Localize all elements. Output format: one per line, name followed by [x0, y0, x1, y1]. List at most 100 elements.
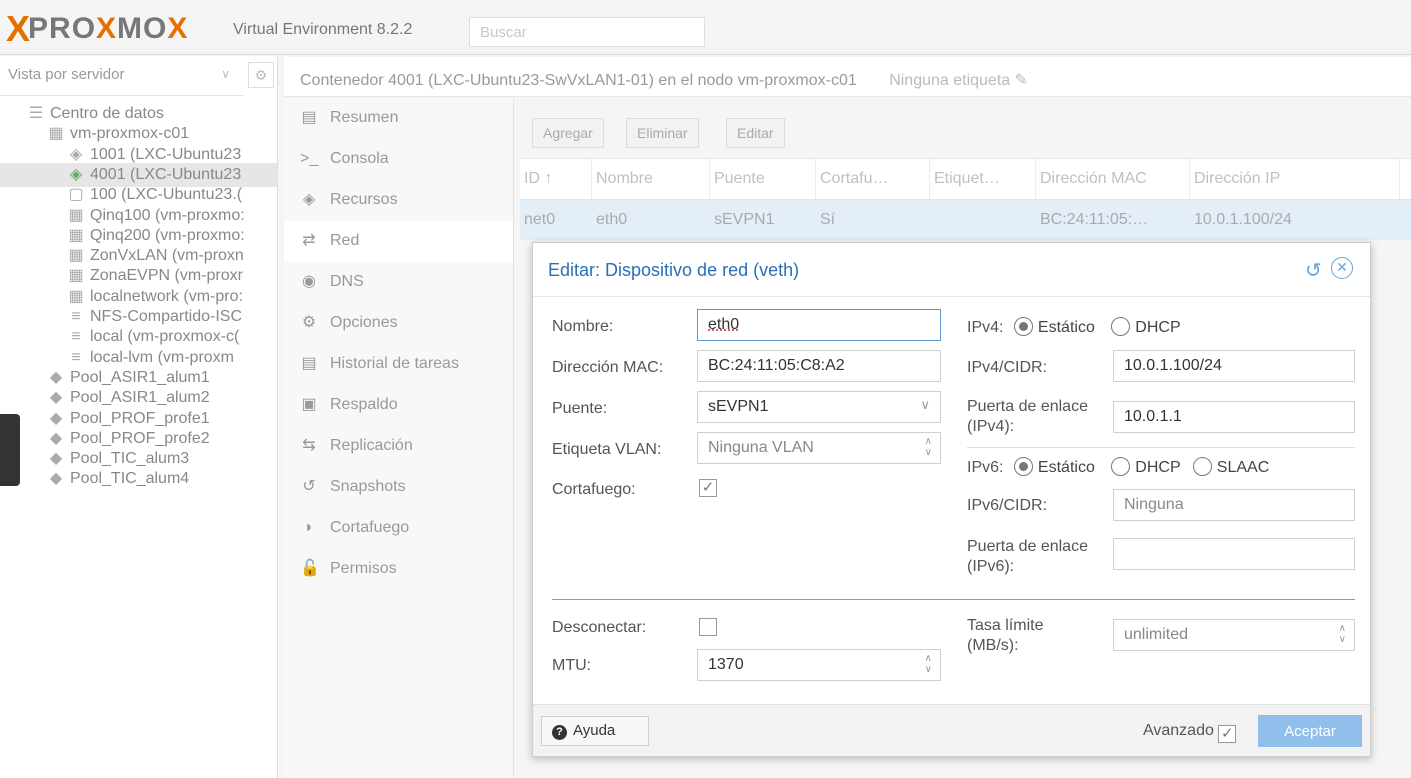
tree-item-label: 4001 (LXC-Ubuntu23	[90, 165, 242, 183]
tree-item-label: ZonVxLAN (vm-proxn	[90, 247, 244, 265]
nav-item-resumen[interactable]: ▤ Resumen	[284, 98, 513, 139]
nav-item-consola[interactable]: >_ Consola	[284, 139, 513, 180]
reset-icon[interactable]: ↺	[1305, 258, 1322, 283]
ipv4-static-radio[interactable]: Estático	[1013, 317, 1095, 336]
firewall-icon: ◗	[304, 519, 314, 536]
edit-network-dialog: Editar: Dispositivo de red (veth) ↺ ✕ No…	[532, 242, 1371, 757]
dialog-header: Editar: Dispositivo de red (veth) ↺ ✕	[533, 243, 1370, 297]
view-selector-value: Vista por servidor	[8, 66, 125, 83]
edit-button[interactable]: Editar	[726, 118, 785, 148]
gear-icon[interactable]: ⚙	[248, 62, 274, 88]
column-header[interactable]: Cortafu…	[816, 159, 930, 199]
logo-x3: X	[167, 12, 189, 45]
gateway6-field[interactable]	[1113, 538, 1355, 570]
column-header[interactable]: Etiquet…	[930, 159, 1036, 199]
collapse-handle[interactable]	[0, 414, 20, 486]
radio-checked-icon	[1013, 317, 1033, 336]
nav-item-respaldo[interactable]: ▣ Respaldo	[284, 385, 513, 426]
chevron-down-icon: ∨	[920, 397, 930, 412]
task-history-icon: ▤	[301, 355, 317, 372]
ipv6-slaac-radio[interactable]: SLAAC	[1192, 457, 1269, 476]
nav-item-snapshots[interactable]: ↺ Snapshots	[284, 467, 513, 508]
name-value: eth0	[708, 316, 740, 333]
disconnect-checkbox[interactable]	[699, 618, 717, 636]
bridge-select[interactable]: sEVPN1 ∨	[697, 391, 941, 423]
nav-item-recursos[interactable]: ◈ Recursos	[284, 180, 513, 221]
ipv4cidr-field[interactable]: 10.0.1.100/24	[1113, 350, 1355, 382]
table-cell	[930, 200, 1036, 240]
column-header[interactable]: Dirección MAC	[1036, 159, 1190, 199]
rate-limit-label: Tasa límite (MB/s):	[967, 616, 1043, 656]
tree-item-label: vm-proxmox-c01	[70, 125, 190, 143]
gateway4-field[interactable]: 10.0.1.1	[1113, 401, 1355, 433]
resource-tree: Vista por servidor ∨ ⚙ ☰ Centro de datos ▦…	[0, 56, 278, 778]
pool-icon: ◆	[49, 470, 63, 488]
nav-item-replicaci-n[interactable]: ⇆ Replicación	[284, 426, 513, 467]
help-button[interactable]: ? Ayuda	[541, 716, 649, 746]
ipv4-label: IPv4:	[967, 319, 1004, 336]
radio-icon	[1111, 317, 1131, 336]
column-header[interactable]: Dirección IP	[1190, 159, 1400, 199]
spinner-icon[interactable]: ∧ ∨	[925, 653, 932, 675]
firewall-checkbox[interactable]: ✓	[699, 479, 717, 497]
mtu-field[interactable]: 1370 ∧ ∨	[697, 649, 941, 681]
advanced-checkbox[interactable]: ✓	[1218, 725, 1237, 743]
ipv4-dhcp-radio[interactable]: DHCP	[1111, 317, 1181, 336]
name-field[interactable]: eth0	[697, 309, 941, 341]
nav-item-red[interactable]: ⇄ Red	[284, 221, 513, 262]
ipv4-dhcp-label: DHCP	[1135, 319, 1181, 336]
ipv6cidr-label: IPv6/CIDR:	[967, 497, 1048, 514]
tag-editor[interactable]: Ninguna etiqueta ✎	[889, 72, 1028, 89]
ipv6-dhcp-radio[interactable]: DHCP	[1111, 457, 1181, 476]
column-header[interactable]: Puente	[710, 159, 816, 199]
nav-item-label: Red	[330, 232, 360, 249]
search-input[interactable]: Buscar	[469, 17, 705, 47]
column-header[interactable]: Nombre	[592, 159, 710, 199]
nav-item-cortafuego[interactable]: ◗ Cortafuego	[284, 508, 513, 549]
spinner-icon[interactable]: ∧ ∨	[925, 436, 932, 458]
add-button[interactable]: Agregar	[532, 118, 604, 148]
tree-item-label: Pool_ASIR1_alum1	[70, 368, 210, 386]
ipv6-static-radio[interactable]: Estático	[1013, 457, 1095, 476]
tree-item[interactable]: ◆ Pool_TIC_alum4	[0, 467, 277, 491]
advanced-toggle[interactable]: Avanzado ✓	[1143, 722, 1237, 743]
tree-item-label: Qinq200 (vm-proxmo:	[90, 226, 245, 244]
nav-item-dns[interactable]: ◉ DNS	[284, 262, 513, 303]
table-row[interactable]: net0 eth0 sEVPN1 Sí BC:24:11:05:… 10.0.1.100/…	[520, 200, 1411, 240]
config-nav: ▤ Resumen >_ Consola ◈ Recursos ⇄ Red ◉ DNS ⚙ Opcio…	[284, 98, 514, 778]
gateway6-label-line1: Puerta de enlace	[967, 538, 1088, 555]
close-icon[interactable]: ✕	[1331, 257, 1353, 279]
remove-button[interactable]: Eliminar	[626, 118, 699, 148]
pencil-icon[interactable]: ✎	[1015, 72, 1028, 89]
gateway4-label-line2: (IPv4):	[967, 418, 1015, 435]
table-cell: Sí	[820, 211, 836, 228]
gateway6-label-line2: (IPv6):	[967, 558, 1015, 575]
mac-field[interactable]: BC:24:11:05:C8:A2	[697, 350, 941, 382]
ipv6cidr-field[interactable]: Ninguna	[1113, 489, 1355, 521]
content-title-bar: Contenedor 4001 (LXC-Ubuntu23-SwVxLAN1-0…	[284, 57, 1411, 97]
firewall-label: Cortafuego:	[552, 481, 636, 498]
nav-item-opciones[interactable]: ⚙ Opciones	[284, 303, 513, 344]
ipv6-dhcp-label: DHCP	[1135, 459, 1181, 476]
vlan-field[interactable]: Ninguna VLAN ∧ ∨	[697, 432, 941, 464]
ok-button[interactable]: Aceptar	[1258, 715, 1362, 747]
tree-item-label: Pool_ASIR1_alum2	[70, 389, 210, 407]
nav-item-label: Replicación	[330, 437, 413, 454]
rate-limit-field[interactable]: unlimited ∧ ∨	[1113, 619, 1355, 651]
backup-icon: ▣	[301, 396, 317, 413]
view-selector[interactable]: Vista por servidor ∨	[0, 56, 244, 96]
tree-item-label: ZonaEVPN (vm-proxr	[90, 267, 243, 285]
help-label: Ayuda	[573, 722, 616, 739]
spinner-icon[interactable]: ∧ ∨	[1339, 623, 1346, 645]
tree-item-label: local (vm-proxmox-c(	[90, 328, 240, 346]
nav-item-permisos[interactable]: 🔓 Permisos	[284, 549, 513, 590]
table-cell: BC:24:11:05:…	[1040, 211, 1149, 228]
tree-item-label: 1001 (LXC-Ubuntu23	[90, 145, 242, 163]
column-header[interactable]: ID ↑	[520, 159, 592, 199]
tree-item-label: Pool_PROF_profe1	[70, 409, 210, 427]
console-icon: >_	[300, 150, 319, 167]
table-cell: sEVPN1	[714, 211, 775, 228]
nav-item-historial-de-tareas[interactable]: ▤ Historial de tareas	[284, 344, 513, 385]
ipv4-mode-group: IPv4: Estático DHCP	[967, 317, 1181, 337]
mac-label: Dirección MAC:	[552, 359, 664, 376]
